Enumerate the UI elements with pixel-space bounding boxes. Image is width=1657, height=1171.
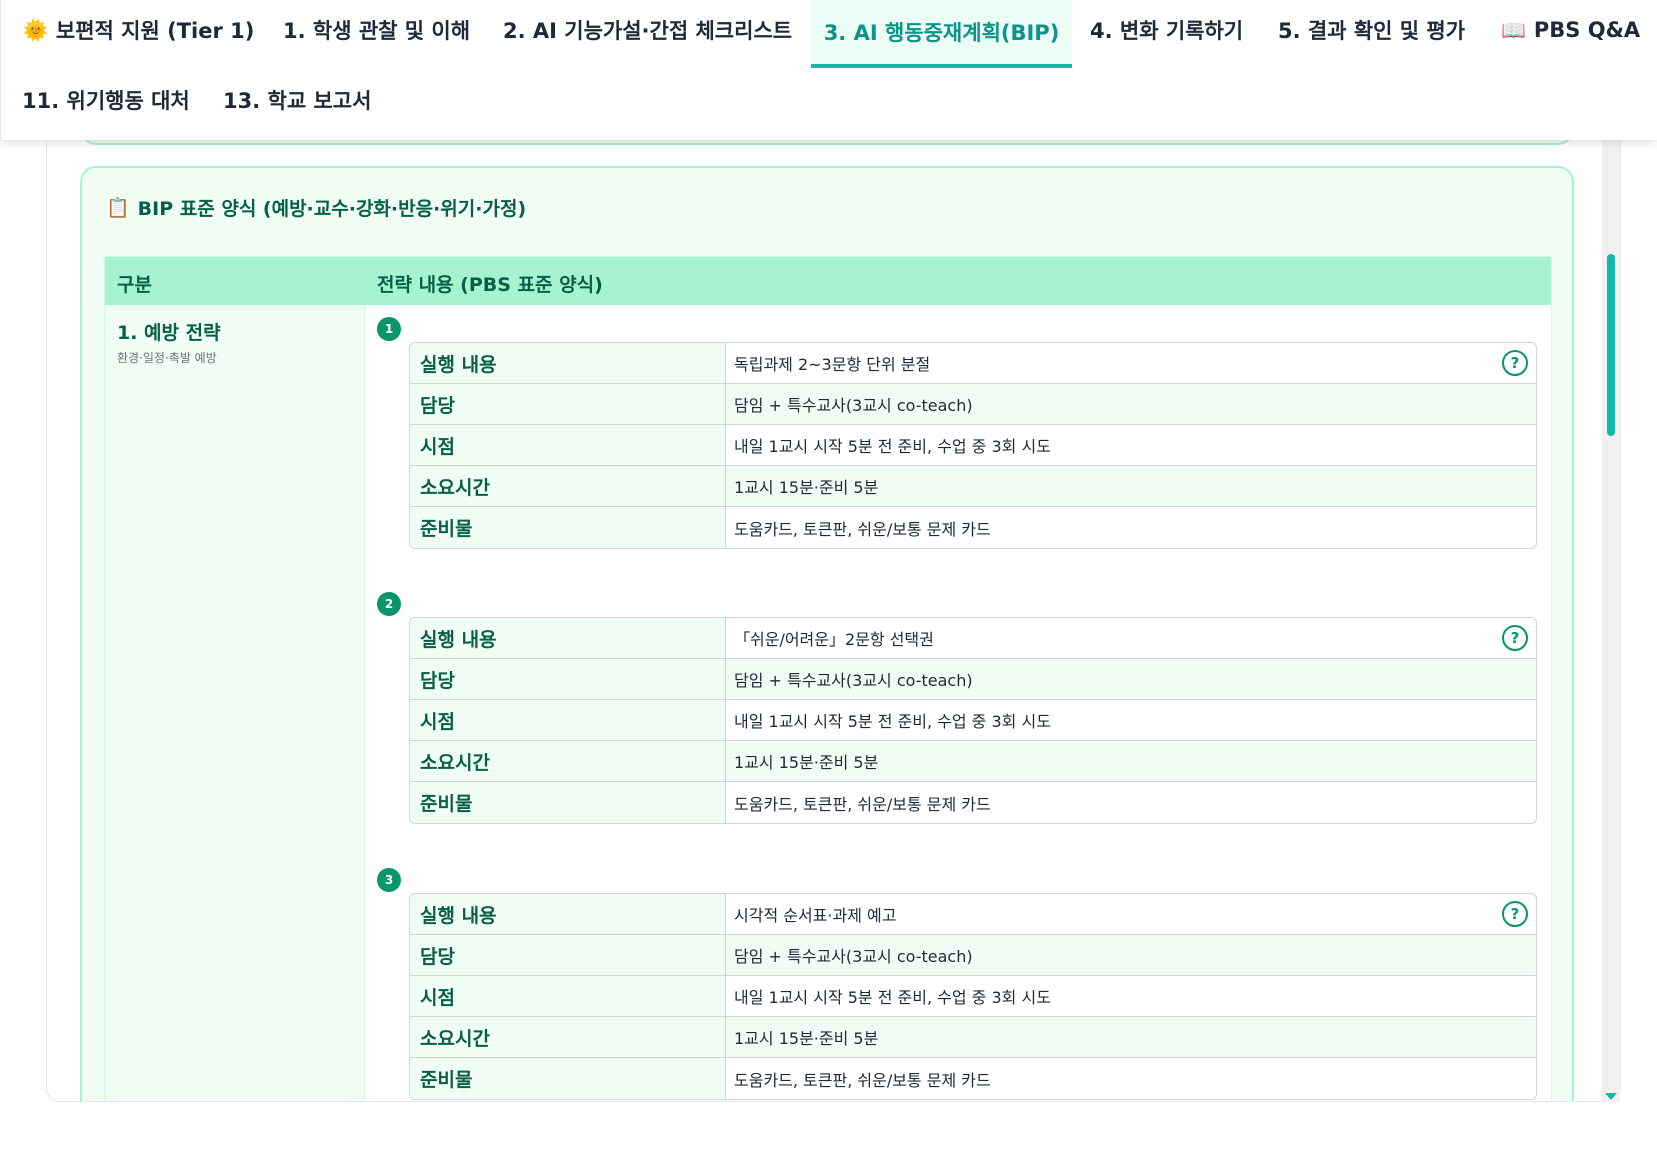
tab-label: 보편적 지원 (Tier 1) <box>55 19 255 43</box>
row-action: 실행 내용 시각적 순서표·과제 예고 ? <box>410 894 1536 935</box>
label-action: 실행 내용 <box>410 343 726 383</box>
label-timing: 시점 <box>410 976 726 1016</box>
value-timing[interactable]: 내일 1교시 시작 5분 전 준비, 수업 중 3회 시도 <box>726 425 1536 465</box>
strategy-number-badge: 2 <box>377 592 401 616</box>
scrollbar[interactable] <box>1602 130 1620 1102</box>
bip-standard-form-card: 📋 BIP 표준 양식 (예방·교수·강화·반응·위기·가정) 구분 전략 내용… <box>80 166 1574 1101</box>
help-icon[interactable]: ? <box>1502 350 1528 376</box>
tab-label: 5. 결과 확인 및 평가 <box>1278 19 1466 43</box>
label-timing: 시점 <box>410 425 726 465</box>
value-timing[interactable]: 내일 1교시 시작 5분 전 준비, 수업 중 3회 시도 <box>726 700 1536 740</box>
content-panel: 📋 BIP 표준 양식 (예방·교수·강화·반응·위기·가정) 구분 전략 내용… <box>46 120 1621 1102</box>
value-text: 독립과제 2~3문항 단위 분절 <box>734 355 931 374</box>
table-header: 구분 전략 내용 (PBS 표준 양식) <box>105 257 1551 305</box>
value-owner[interactable]: 담임 + 특수교사(3교시 co-teach) <box>726 935 1536 975</box>
value-action[interactable]: 시각적 순서표·과제 예고 ? <box>726 894 1536 934</box>
row-duration: 소요시간 1교시 15분·준비 5분 <box>410 741 1536 782</box>
value-action[interactable]: 「쉬운/어려운」2문항 선택권 ? <box>726 618 1536 658</box>
tab-pbs-qa[interactable]: 📖 PBS Q&A <box>1501 0 1640 60</box>
label-materials: 준비물 <box>410 782 726 823</box>
row-materials: 준비물 도움카드, 토큰판, 쉬운/보통 문제 카드 <box>410 507 1536 548</box>
label-duration: 소요시간 <box>410 466 726 506</box>
label-materials: 준비물 <box>410 507 726 548</box>
value-duration[interactable]: 1교시 15분·준비 5분 <box>726 741 1536 781</box>
row-duration: 소요시간 1교시 15분·준비 5분 <box>410 1017 1536 1058</box>
strategy-detail-table: 실행 내용 「쉬운/어려운」2문항 선택권 ? 담당 담임 + 특수교사(3교시… <box>409 617 1537 824</box>
tab-ai-bip[interactable]: 3. AI 행동중재계획(BIP) <box>811 0 1072 68</box>
strategy-detail-table: 실행 내용 시각적 순서표·과제 예고 ? 담당 담임 + 특수교사(3교시 c… <box>409 893 1537 1100</box>
card-title: 📋 BIP 표준 양식 (예방·교수·강화·반응·위기·가정) <box>106 194 526 221</box>
value-timing[interactable]: 내일 1교시 시작 5분 전 준비, 수업 중 3회 시도 <box>726 976 1536 1016</box>
strategy-number-badge: 1 <box>377 317 401 341</box>
strategy-detail-table: 실행 내용 독립과제 2~3문항 단위 분절 ? 담당 담임 + 특수교사(3교… <box>409 342 1537 549</box>
category-subtitle: 환경·일정·촉발 예방 <box>117 351 217 365</box>
label-timing: 시점 <box>410 700 726 740</box>
row-materials: 준비물 도움카드, 토큰판, 쉬운/보통 문제 카드 <box>410 782 1536 823</box>
row-timing: 시점 내일 1교시 시작 5분 전 준비, 수업 중 3회 시도 <box>410 425 1536 466</box>
strategy-number-badge: 3 <box>377 868 401 892</box>
tab-change-record[interactable]: 4. 변화 기록하기 <box>1090 0 1243 60</box>
label-owner: 담당 <box>410 384 726 424</box>
row-materials: 준비물 도움카드, 토큰판, 쉬운/보통 문제 카드 <box>410 1058 1536 1099</box>
row-timing: 시점 내일 1교시 시작 5분 전 준비, 수업 중 3회 시도 <box>410 700 1536 741</box>
tab-student-observation[interactable]: 1. 학생 관찰 및 이해 <box>283 0 470 60</box>
label-duration: 소요시간 <box>410 741 726 781</box>
tab-tier1-support[interactable]: 🌞 보편적 지원 (Tier 1) <box>23 0 254 60</box>
value-materials[interactable]: 도움카드, 토큰판, 쉬운/보통 문제 카드 <box>726 507 1536 548</box>
help-icon[interactable]: ? <box>1502 625 1528 651</box>
row-owner: 담당 담임 + 특수교사(3교시 co-teach) <box>410 659 1536 700</box>
value-text: 「쉬운/어려운」2문항 선택권 <box>734 630 934 649</box>
tab-label: 3. AI 행동중재계획(BIP) <box>823 21 1060 45</box>
tab-label: 4. 변화 기록하기 <box>1090 19 1244 43</box>
category-cell: 1. 예방 전략 환경·일정·촉발 예방 <box>105 305 365 1101</box>
value-owner[interactable]: 담임 + 특수교사(3교시 co-teach) <box>726 659 1536 699</box>
value-action[interactable]: 독립과제 2~3문항 단위 분절 ? <box>726 343 1536 383</box>
tab-ai-function-checklist[interactable]: 2. AI 기능가설·간접 체크리스트 <box>503 0 792 60</box>
row-action: 실행 내용 「쉬운/어려운」2문항 선택권 ? <box>410 618 1536 659</box>
tab-label: 2. AI 기능가설·간접 체크리스트 <box>503 19 793 43</box>
row-owner: 담당 담임 + 특수교사(3교시 co-teach) <box>410 384 1536 425</box>
clipboard-icon: 📋 <box>106 197 130 219</box>
label-owner: 담당 <box>410 659 726 699</box>
tab-crisis-behavior[interactable]: 11. 위기행동 대처 <box>22 70 190 130</box>
tab-school-report[interactable]: 13. 학교 보고서 <box>223 70 371 130</box>
help-icon[interactable]: ? <box>1502 901 1528 927</box>
value-owner[interactable]: 담임 + 특수교사(3교시 co-teach) <box>726 384 1536 424</box>
value-materials[interactable]: 도움카드, 토큰판, 쉬운/보통 문제 카드 <box>726 782 1536 823</box>
tab-label: PBS Q&A <box>1533 18 1641 42</box>
scrollbar-thumb[interactable] <box>1607 254 1615 436</box>
scroll-down-arrow-icon[interactable] <box>1605 1093 1617 1100</box>
card-title-text: BIP 표준 양식 (예방·교수·강화·반응·위기·가정) <box>137 198 527 220</box>
header-category: 구분 <box>117 274 152 296</box>
value-materials[interactable]: 도움카드, 토큰판, 쉬운/보통 문제 카드 <box>726 1058 1536 1099</box>
label-materials: 준비물 <box>410 1058 726 1099</box>
row-timing: 시점 내일 1교시 시작 5분 전 준비, 수업 중 3회 시도 <box>410 976 1536 1017</box>
tab-results-evaluation[interactable]: 5. 결과 확인 및 평가 <box>1278 0 1465 60</box>
tab-label: 13. 학교 보고서 <box>223 89 372 113</box>
value-text: 시각적 순서표·과제 예고 <box>734 906 897 925</box>
row-action: 실행 내용 독립과제 2~3문항 단위 분절 ? <box>410 343 1536 384</box>
book-icon: 📖 <box>1501 18 1526 42</box>
row-owner: 담당 담임 + 특수교사(3교시 co-teach) <box>410 935 1536 976</box>
sun-icon: 🌞 <box>23 18 48 42</box>
bip-table: 구분 전략 내용 (PBS 표준 양식) 1. 예방 전략 환경·일정·촉발 예… <box>104 256 1552 1101</box>
label-owner: 담당 <box>410 935 726 975</box>
tab-label: 1. 학생 관찰 및 이해 <box>283 19 471 43</box>
header-strategy-content: 전략 내용 (PBS 표준 양식) <box>377 274 603 296</box>
tab-label: 11. 위기행동 대처 <box>22 89 190 113</box>
row-duration: 소요시간 1교시 15분·준비 5분 <box>410 466 1536 507</box>
label-action: 실행 내용 <box>410 894 726 934</box>
value-duration[interactable]: 1교시 15분·준비 5분 <box>726 466 1536 506</box>
label-duration: 소요시간 <box>410 1017 726 1057</box>
value-duration[interactable]: 1교시 15분·준비 5분 <box>726 1017 1536 1057</box>
top-navigation: 🌞 보편적 지원 (Tier 1) 1. 학생 관찰 및 이해 2. AI 기능… <box>0 0 1657 140</box>
label-action: 실행 내용 <box>410 618 726 658</box>
category-title: 1. 예방 전략 <box>117 322 221 344</box>
